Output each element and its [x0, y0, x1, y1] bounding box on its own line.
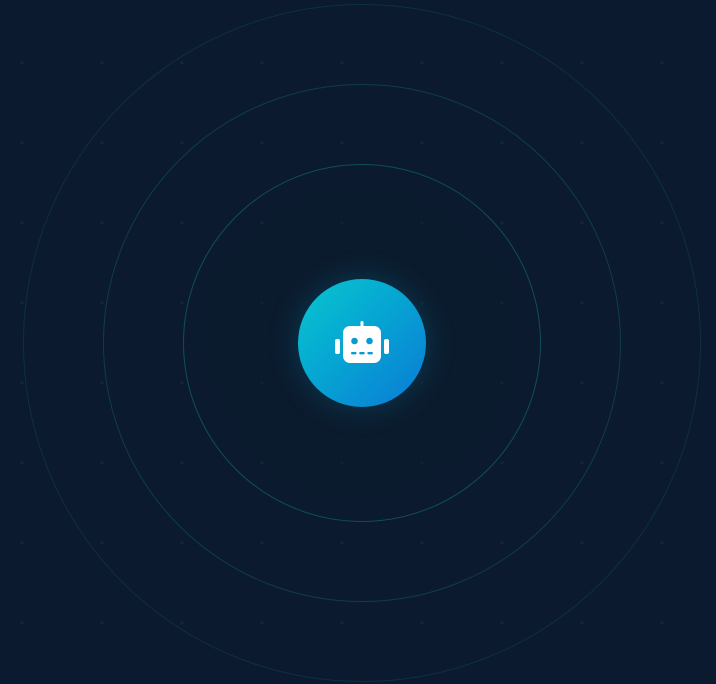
robot-icon	[335, 321, 389, 363]
grid-dot	[20, 61, 24, 65]
grid-dot	[20, 381, 24, 385]
grid-dot	[20, 461, 24, 465]
grid-dot	[100, 621, 104, 625]
grid-dot	[20, 621, 24, 625]
grid-dot	[580, 61, 584, 65]
grid-dot	[660, 621, 664, 625]
radar-background	[0, 0, 716, 684]
grid-dot	[100, 61, 104, 65]
grid-dot	[20, 221, 24, 225]
grid-dot	[660, 61, 664, 65]
robot-avatar[interactable]	[298, 279, 426, 407]
grid-dot	[20, 541, 24, 545]
grid-dot	[20, 141, 24, 145]
grid-dot	[660, 141, 664, 145]
grid-dot	[580, 621, 584, 625]
grid-dot	[20, 301, 24, 305]
grid-dot	[660, 541, 664, 545]
